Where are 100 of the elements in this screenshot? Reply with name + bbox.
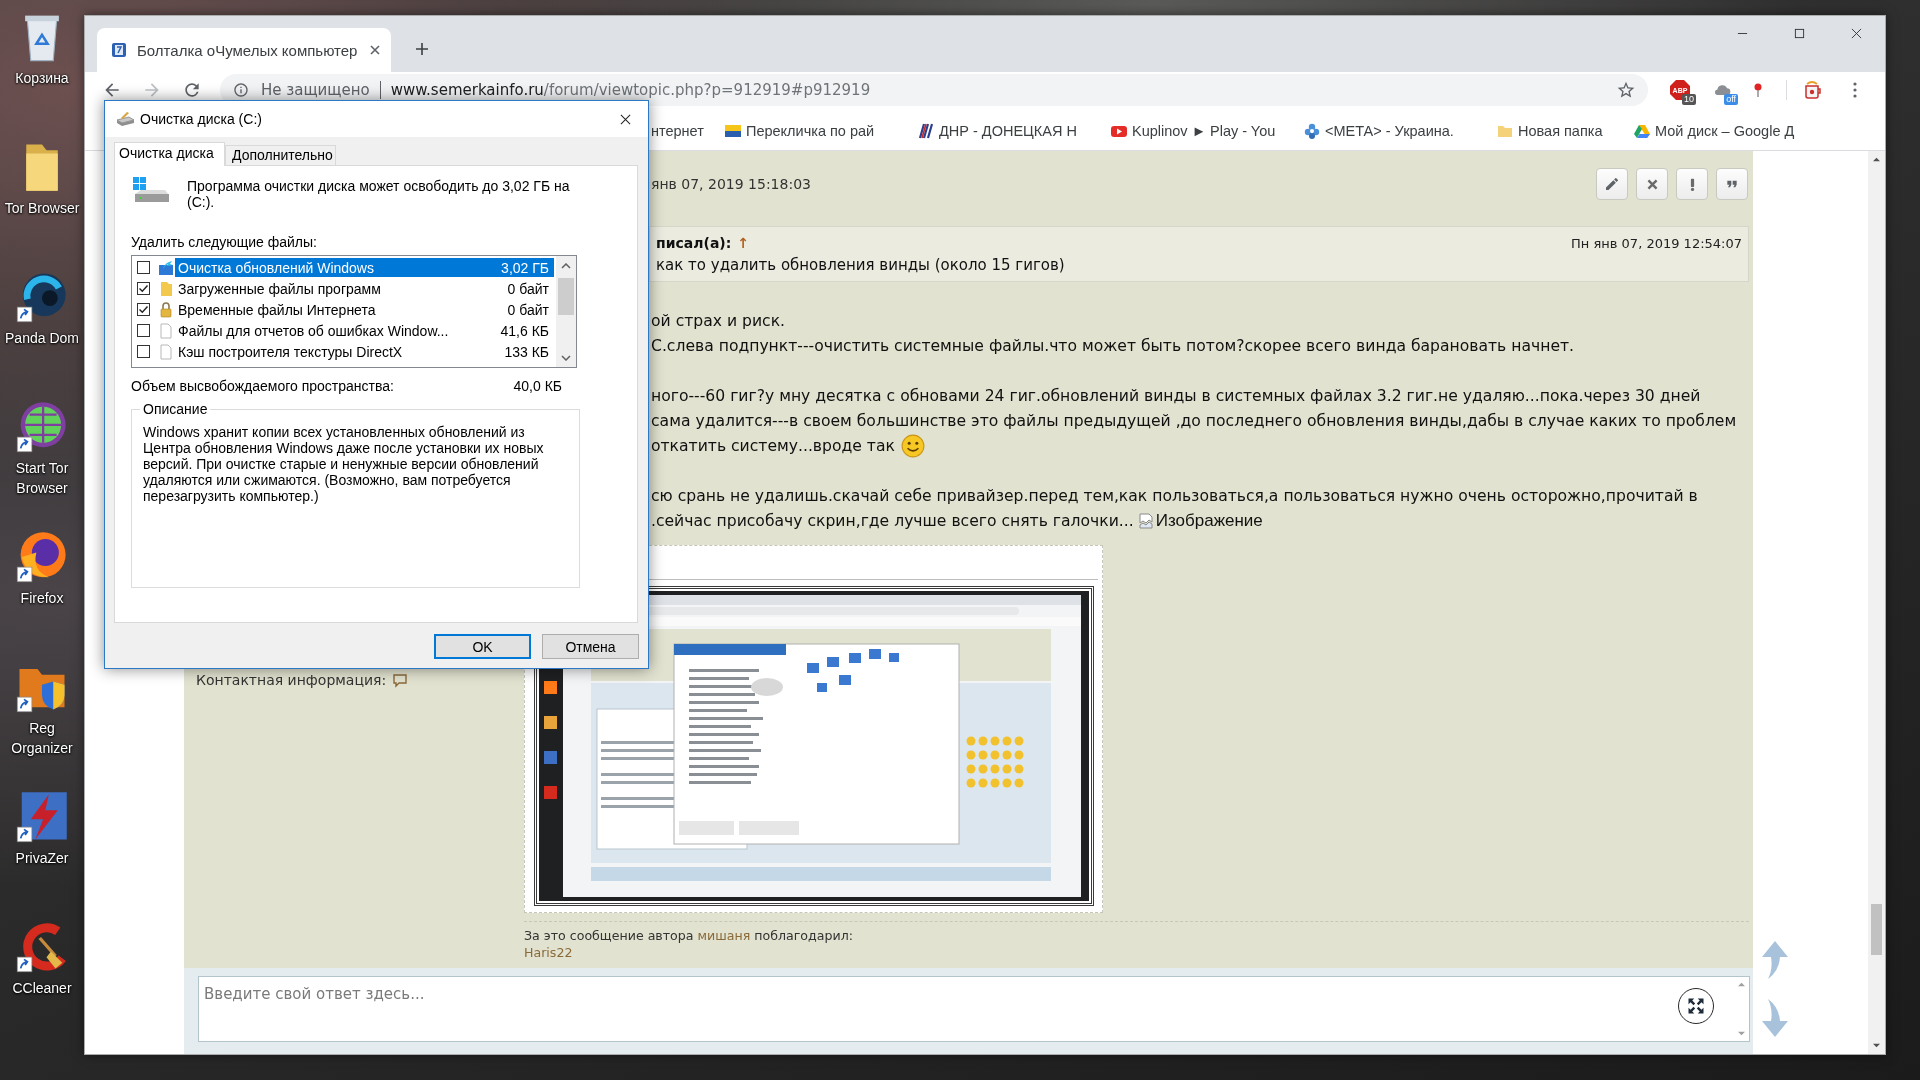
post-text-line: ой страх и риск. xyxy=(651,311,785,330)
desktop-shortcut[interactable]: Firefox xyxy=(2,530,82,608)
stripes-icon xyxy=(918,123,934,139)
quote-text: как то удалить обновления винды (около 15 гигов) xyxy=(656,255,1066,276)
flower-icon xyxy=(1304,123,1320,139)
close-icon xyxy=(1645,177,1659,191)
quote-source-link[interactable]: ↑ xyxy=(737,235,750,251)
bookmark-item[interactable]: Kuplinov ► Play - You xyxy=(1111,123,1304,139)
pencil-icon xyxy=(1604,176,1620,192)
bookmark-item[interactable]: ДНР - ДОНЕЦКАЯ Н xyxy=(918,123,1111,139)
desktop-shortcut[interactable]: PrivaZer xyxy=(2,790,82,868)
author-link[interactable]: мишаня xyxy=(697,928,751,943)
file-list-item[interactable]: Временные файлы Интернета 0 байт xyxy=(175,300,554,319)
star-icon xyxy=(1616,80,1636,100)
user-link[interactable]: Haris22 xyxy=(524,945,573,960)
file-list-item[interactable]: Очистка обновлений Windows 3,02 ГБ xyxy=(175,258,554,277)
list-scrollbar[interactable] xyxy=(556,256,576,367)
checkbox[interactable] xyxy=(137,324,150,337)
scrollbar-thumb[interactable] xyxy=(1871,904,1882,955)
checkbox[interactable] xyxy=(137,303,150,316)
lightning-logo-icon xyxy=(15,790,69,844)
page-scrollbar[interactable] xyxy=(1868,151,1885,1054)
post-date: янв 07, 2019 15:18:03 xyxy=(651,175,811,194)
close-icon xyxy=(1851,27,1862,39)
file-size: 133 КБ xyxy=(504,343,549,360)
edit-button[interactable] xyxy=(1596,168,1628,200)
security-label: Не защищено xyxy=(261,81,370,99)
space-value: 40,0 КБ xyxy=(513,378,562,394)
file-size: 0 байт xyxy=(507,280,549,297)
url-text: www.semerkainfo.ru/forum/viewtopic.php?p=912919#p912919 xyxy=(390,81,871,99)
scroll-down-icon xyxy=(1872,1042,1881,1049)
drive-brush-icon xyxy=(115,111,135,127)
bookmark-item[interactable]: Новая папка xyxy=(1497,123,1634,139)
dialog-tab[interactable]: Дополнительно xyxy=(225,145,336,165)
reply-field[interactable]: Введите свой ответ здесь... xyxy=(198,976,1750,1042)
triangle-logo-icon xyxy=(1634,123,1650,139)
thanks-text: За это сообщение автора мишаня поблагодарил: xyxy=(524,927,854,944)
file-name: Временные файлы Интернета xyxy=(178,301,376,318)
maximize-icon xyxy=(1794,27,1805,39)
desktop-shortcut[interactable]: Start Tor Browser xyxy=(2,400,82,498)
checkbox[interactable] xyxy=(137,261,150,274)
desktop-shortcut[interactable]: Корзина xyxy=(2,10,82,88)
file-name: Кэш построителя текстуры DirectX xyxy=(178,343,403,360)
folder-icon xyxy=(158,280,174,297)
speech-bubble-icon[interactable] xyxy=(392,672,409,688)
quote-button[interactable] xyxy=(1716,168,1748,200)
summary-text: Программа очистки диска может освободить до 3,02 ГБ на (C:). xyxy=(187,178,571,210)
info-icon xyxy=(233,82,249,98)
post-text-line: .сейчас присобачу скрин,где лучше всего снять галочки... xyxy=(651,511,1134,530)
cancel-button[interactable]: Отмена xyxy=(542,634,639,659)
smiley-icon xyxy=(900,433,925,458)
reload-icon xyxy=(182,80,202,100)
mug-icon xyxy=(1803,80,1823,100)
bookmark-item[interactable]: Мой диск – Google Д xyxy=(1634,123,1827,139)
file-name: Очистка обновлений Windows xyxy=(178,259,374,276)
chevron-down-icon xyxy=(561,354,571,361)
file-list-item[interactable]: Загруженные файлы программ 0 байт xyxy=(175,279,554,298)
checkbox[interactable] xyxy=(137,345,150,358)
expand-icon xyxy=(1686,996,1706,1016)
bookmark-item[interactable]: <МЕТА> - Украина. xyxy=(1304,123,1497,139)
browser-tab[interactable]: Болталка оЧумелых компьютер xyxy=(97,28,391,72)
report-button[interactable] xyxy=(1676,168,1708,200)
extension-badge: off xyxy=(1724,94,1738,105)
scrollbar-thumb[interactable] xyxy=(558,278,574,315)
description-title: Описание xyxy=(142,400,209,418)
file-size: 0 байт xyxy=(507,301,549,318)
arrow-box-icon xyxy=(158,259,174,276)
menu-icon xyxy=(1853,82,1857,98)
contact-label: Контактная информация: xyxy=(196,672,387,688)
play-icon xyxy=(1111,123,1127,139)
bookmark-item[interactable]: нтернет xyxy=(651,123,725,139)
image-alt-text: Изображение xyxy=(1155,510,1263,531)
delete-button[interactable] xyxy=(1636,168,1668,200)
bookmark-item[interactable]: Перекличка по рай xyxy=(725,123,918,139)
document-icon xyxy=(158,322,174,339)
file-size: 3,02 ГБ xyxy=(501,259,549,276)
desktop-shortcut[interactable]: Panda Dom xyxy=(2,270,82,348)
file-name: Загруженные файлы программ xyxy=(178,280,381,297)
dialog-title: Очистка диска (C:) xyxy=(140,111,262,127)
ok-button[interactable]: OK xyxy=(434,634,531,659)
desktop-shortcut[interactable]: CCleaner xyxy=(2,920,82,998)
post-text-line: сю срань не удалишь.скачай себе привайзер.перед тем,как пользоваться,а пользоваться нужно очень осторожно,прочитай в xyxy=(651,486,1698,505)
file-name: Файлы для отчетов об ошибках Window... xyxy=(178,322,449,339)
file-list-item[interactable]: Файлы для отчетов об ошибках Window... 41,6 КБ xyxy=(175,321,554,340)
desktop-shortcut[interactable]: Tor Browser xyxy=(2,140,82,218)
plus-icon xyxy=(414,41,430,57)
space-label: Объем высвобождаемого пространства: xyxy=(131,378,394,394)
swirl-logo-icon xyxy=(15,270,69,324)
scroll-up-icon xyxy=(1872,156,1881,163)
dialog-tab[interactable]: Очистка диска xyxy=(114,142,225,166)
fox-globe-icon xyxy=(15,530,69,584)
flag-icon xyxy=(725,123,741,139)
file-list-item[interactable]: Кэш построителя текстуры DirectX 133 КБ xyxy=(175,342,554,361)
checkbox[interactable] xyxy=(137,282,150,295)
close-icon xyxy=(619,113,631,125)
extension-badge: 10 xyxy=(1682,94,1696,105)
document-icon xyxy=(158,343,174,360)
scroll-up-icon xyxy=(1737,981,1746,988)
desktop-shortcut[interactable]: Reg Organizer xyxy=(2,660,82,758)
address-bar[interactable]: Не защищено www.semerkainfo.ru/forum/viewtopic.php?p=912919#p912919 xyxy=(220,74,1648,106)
